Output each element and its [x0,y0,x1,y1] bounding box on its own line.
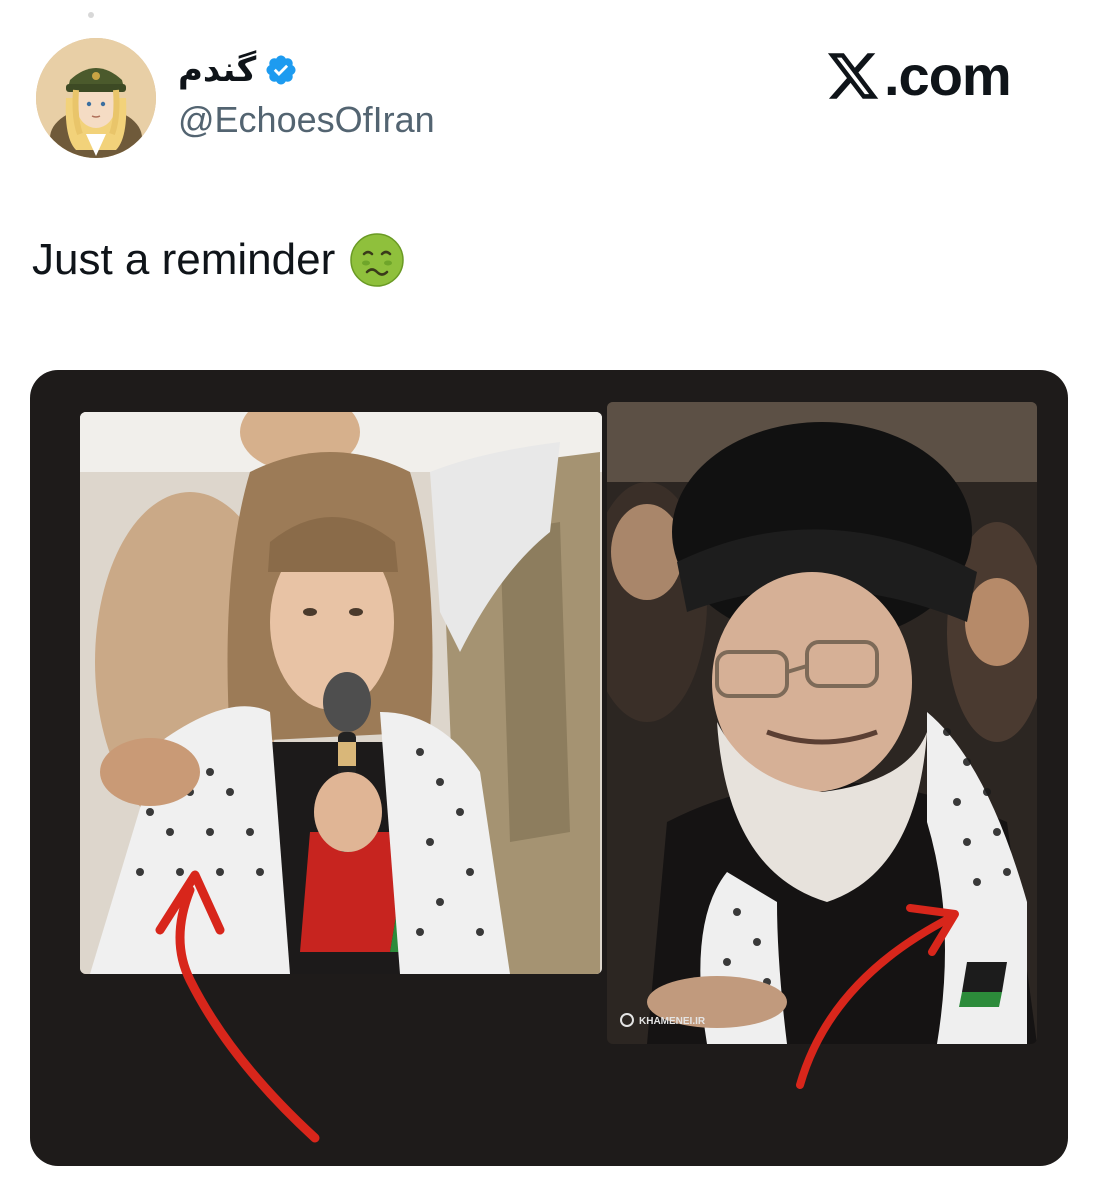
display-name[interactable]: گندم [178,53,256,87]
nauseated-face-emoji-icon [350,233,404,287]
verified-badge-icon [266,55,296,85]
left-photo[interactable] [80,412,602,974]
right-photo[interactable]: KHAMENEI.IR [607,402,1037,1044]
profile-handle[interactable]: @EchoesOfIran [178,100,435,140]
x-logo-icon [827,53,879,99]
tweet-media-card[interactable]: KHAMENEI.IR [30,370,1068,1166]
watermark-text: KHAMENEI.IR [639,1016,706,1027]
profile-name-row[interactable]: گندم [178,44,298,96]
tweet-text-row: Just a reminder [32,232,405,288]
profile-avatar[interactable] [36,38,156,158]
photo-young-activist-with-keffiyeh [80,412,602,974]
x-com-brand: .com [824,44,1012,108]
brand-text: .com [884,44,1012,107]
tweet-text: Just a reminder [32,234,336,284]
anime-soldier-avatar-icon [36,38,156,158]
top-indicator-dot [88,12,94,18]
photo-cleric-with-keffiyeh: KHAMENEI.IR [607,402,1037,1044]
